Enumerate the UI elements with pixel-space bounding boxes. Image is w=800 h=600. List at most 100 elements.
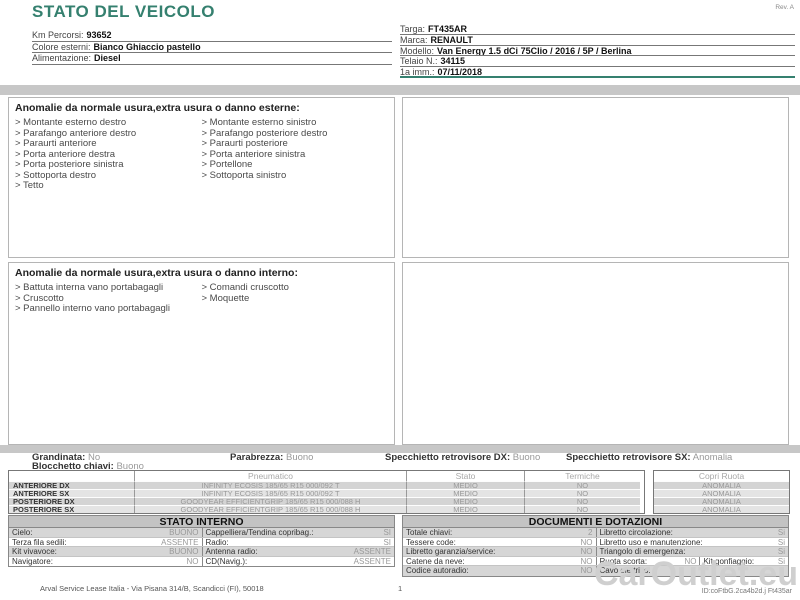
- field-colore-esterni: Colore esterni:Bianco Ghiaccio pastello: [32, 42, 392, 54]
- internal-anomalies-list: > Battuta interna vano portabagagli > Cr…: [9, 282, 394, 316]
- table-cell: Totale chiavi:2: [403, 528, 596, 537]
- table-cell: Antenna radio:ASSENTE: [202, 547, 395, 556]
- field-value: Bianco Ghiaccio pastello: [94, 42, 201, 52]
- table-cell: Codice autoradio: NO: [403, 566, 596, 576]
- tire-model: INFINITY ECOSIS 185/65 R15 000/092 T: [135, 481, 407, 489]
- field-label: Modello:: [400, 46, 434, 56]
- field-value: 93652: [87, 30, 112, 40]
- tire-model: GOODYEAR EFFICIENTGRIP 185/65 R15 000/08…: [135, 505, 407, 513]
- anomaly-item: > Montante esterno destro: [15, 118, 194, 129]
- cell-value: 2: [588, 528, 592, 537]
- anomaly-item: > Moquette: [202, 294, 381, 305]
- field-km-percorsi: Km Percorsi:93652: [32, 30, 392, 42]
- footer-company-address: Arval Service Lease Italia - Via Pisana …: [40, 584, 264, 593]
- cell-value: NO: [581, 566, 593, 576]
- tire-state: MEDIO: [407, 497, 525, 505]
- wheel-cover-state: ANOMALIA: [654, 481, 789, 489]
- cell-label: Catene da neve:: [406, 557, 465, 566]
- field-prima-immatricolazione: 1a imm.:07/11/2018: [400, 67, 795, 78]
- wheel-cover-state: ANOMALIA: [654, 497, 789, 505]
- condition-label: Specchietto retrovisore DX:: [385, 452, 510, 463]
- tire-position: ANTERIORE DX: [9, 481, 135, 489]
- tire-state: MEDIO: [407, 489, 525, 497]
- tire-header-pneumatico: Pneumatico: [135, 471, 407, 481]
- table-row: Totale chiavi:2 Libretto circolazione: Si: [403, 528, 788, 538]
- cell-value: Si: [778, 538, 785, 547]
- tire-winter: NO: [525, 505, 640, 513]
- external-anomalies-list: > Montante esterno destro > Parafango an…: [9, 117, 394, 193]
- cell-label: Terza fila sedili:: [12, 538, 67, 547]
- tire-header-termiche: Termiche: [525, 471, 640, 481]
- cell-label: Libretto uso e manutenzione:: [600, 538, 703, 547]
- wheel-cover-state: ANOMALIA: [654, 505, 789, 513]
- tire-winter: NO: [525, 489, 640, 497]
- separator-band-top: [0, 85, 800, 95]
- tire-model: GOODYEAR EFFICIENTGRIP 185/65 R15 000/08…: [135, 497, 407, 505]
- field-label: Marca:: [400, 35, 428, 45]
- cell-label: Codice autoradio:: [406, 566, 469, 576]
- cell-value: NO: [187, 557, 199, 567]
- cell-value: ASSENTE: [354, 557, 391, 567]
- cell-value: ASSENTE: [354, 547, 391, 556]
- cell-label: CD(Navig.):: [206, 557, 248, 567]
- internal-anomalies-box: Anomalie da normale usura,extra usura o …: [8, 262, 395, 445]
- condition-specchietto-sx: Specchietto retrovisore SX: Anomalia: [566, 453, 732, 463]
- anomaly-item: > Pannello interno vano portabagagli: [15, 304, 194, 315]
- cell-value: Si: [778, 528, 785, 537]
- external-anomalies-notes-box: [402, 97, 789, 258]
- tire-table: Pneumatico Stato Termiche ANTERIORE DX I…: [8, 470, 645, 514]
- cell-value: NO: [581, 557, 593, 566]
- tire-position: ANTERIORE SX: [9, 489, 135, 497]
- tire-header-stato: Stato: [407, 471, 525, 481]
- interior-state-title: STATO INTERNO: [9, 516, 394, 528]
- external-anomalies-col-right: > Montante esterno sinistro > Parafango …: [202, 118, 389, 192]
- table-row: Kit vivavoce: BUONO Antenna radio:ASSENTE: [9, 547, 394, 557]
- anomaly-item: > Sottoporta sinistro: [202, 171, 381, 182]
- field-label: Telaio N.:: [400, 56, 438, 66]
- cell-label: Cappelliera/Tendina copribag.:: [206, 528, 314, 537]
- field-label: Alimentazione:: [32, 53, 91, 63]
- condition-specchietto-dx: Specchietto retrovisore DX: Buono: [385, 453, 540, 463]
- footer-page-number: 1: [398, 584, 402, 593]
- field-modello: Modello:Van Energy 1.5 dCi 75Clio / 2016…: [400, 46, 795, 57]
- table-row: Tessere code:NO Libretto uso e manutenzi…: [403, 538, 788, 548]
- wheel-cover-table: Copri Ruota ANOMALIA ANOMALIA ANOMALIA A…: [653, 470, 790, 514]
- internal-anomalies-col-left: > Battuta interna vano portabagagli > Cr…: [15, 283, 202, 315]
- internal-anomalies-col-right: > Comandi cruscotto > Moquette: [202, 283, 389, 315]
- field-alimentazione: Alimentazione:Diesel: [32, 53, 392, 65]
- anomaly-item: > Tetto: [15, 181, 194, 192]
- field-label: 1a imm.:: [400, 67, 435, 77]
- table-cell: Catene da neve: NO: [403, 557, 596, 566]
- field-label: Targa:: [400, 24, 425, 34]
- tire-winter: NO: [525, 497, 640, 505]
- tire-header-empty: [9, 471, 135, 481]
- cell-value: SI: [383, 528, 391, 537]
- field-value: FT435AR: [428, 24, 467, 34]
- external-anomalies-box: Anomalie da normale usura,extra usura o …: [8, 97, 395, 258]
- field-telaio: Telaio N.:34115: [400, 56, 795, 67]
- internal-anomalies-notes-box: [402, 262, 789, 445]
- vehicle-fields-right: Targa:FT435AR Marca:RENAULT Modello:Van …: [400, 24, 795, 78]
- field-label: Km Percorsi:: [32, 30, 84, 40]
- cell-label: Kit vivavoce:: [12, 547, 57, 556]
- field-targa: Targa:FT435AR: [400, 24, 795, 35]
- revision-label: Rev. A: [775, 4, 794, 11]
- anomaly-item: > Paraurti posteriore: [202, 139, 381, 150]
- anomaly-item: > Portellone: [202, 160, 381, 171]
- condition-parabrezza: Parabrezza: Buono: [230, 453, 313, 463]
- table-cell: Libretto garanzia/service:NO: [403, 547, 596, 556]
- tire-state: MEDIO: [407, 505, 525, 513]
- cell-value: BUONO: [169, 547, 198, 556]
- table-cell: Terza fila sedili:ASSENTE: [9, 538, 202, 547]
- table-row: Navigatore:NO CD(Navig.):ASSENTE: [9, 557, 394, 567]
- cell-label: Libretto circolazione:: [600, 528, 673, 537]
- tire-state: MEDIO: [407, 481, 525, 489]
- field-label: Colore esterni:: [32, 42, 91, 52]
- field-marca: Marca:RENAULT: [400, 35, 795, 46]
- documents-equipment-title: DOCUMENTI E DOTAZIONI: [403, 516, 788, 528]
- field-value: Diesel: [94, 53, 121, 63]
- anomaly-item: > Comandi cruscotto: [202, 283, 381, 294]
- table-cell: CD(Navig.): ASSENTE: [202, 557, 395, 567]
- condition-value: Buono: [513, 452, 540, 463]
- anomaly-item: > Montante esterno sinistro: [202, 118, 381, 129]
